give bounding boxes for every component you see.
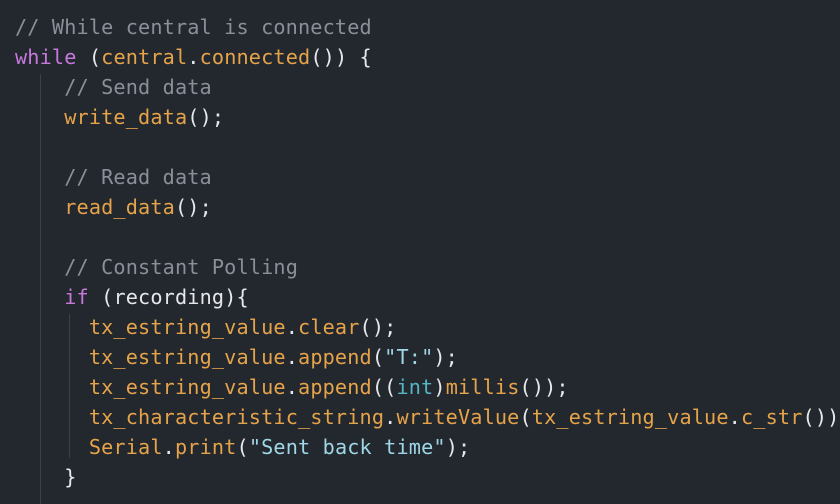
code-token-ident: tx_estring_value — [88, 375, 286, 399]
code-line[interactable]: // Constant Polling — [15, 252, 298, 282]
code-token-ident: tx_characteristic_string — [88, 405, 385, 429]
code-token-func: connected — [199, 45, 311, 69]
code-token-punct — [15, 285, 64, 309]
code-token-func: write_data — [64, 105, 188, 129]
code-token-punct — [15, 105, 64, 129]
code-token-punct: ()); — [519, 375, 569, 399]
code-token-func: clear — [298, 315, 360, 339]
code-token-punct — [15, 75, 64, 99]
code-token-punct: ( — [236, 435, 249, 459]
code-token-punct: ()); — [802, 405, 840, 429]
code-token-punct: } — [64, 465, 77, 489]
code-token-comment: // Constant Polling — [64, 255, 298, 279]
code-token-ident: central — [101, 45, 188, 69]
code-editor[interactable]: // While central is connected while (cent… — [0, 0, 840, 504]
code-token-punct — [15, 435, 89, 459]
code-token-punct: ){ — [224, 285, 249, 309]
code-token-punct: ( — [519, 405, 532, 429]
code-token-func: c_str — [740, 405, 803, 429]
code-token-func: millis — [445, 375, 520, 399]
code-token-punct: . — [384, 405, 397, 429]
code-line[interactable]: while (central.connected()) { — [15, 42, 372, 72]
code-line[interactable]: tx_estring_value.append((int)millis()); — [15, 372, 569, 402]
code-line[interactable]: // While central is connected — [15, 12, 372, 42]
code-token-punct: (); — [187, 105, 225, 129]
code-token-punct — [15, 345, 89, 369]
code-token-punct: ()) { — [310, 45, 372, 69]
code-token-punct: . — [728, 405, 741, 429]
code-line[interactable]: read_data(); — [15, 192, 212, 222]
code-token-func: writeValue — [396, 405, 520, 429]
code-token-func: append — [298, 345, 372, 369]
code-token-punct: ); — [433, 345, 458, 369]
code-token-punct: ) — [433, 375, 446, 399]
code-line[interactable]: if (recording){ — [15, 282, 249, 312]
code-token-punct — [15, 255, 64, 279]
code-token-type: int — [396, 375, 434, 399]
code-token-punct: . — [285, 375, 299, 399]
code-token-punct: ( — [371, 345, 385, 369]
code-token-punct: recording — [113, 285, 225, 309]
code-token-func: print — [174, 435, 237, 459]
code-token-punct: . — [187, 45, 200, 69]
code-token-punct — [15, 375, 89, 399]
code-token-ident: tx_estring_value — [88, 345, 286, 369]
code-token-string: "Sent back time" — [248, 435, 446, 459]
code-line[interactable]: Serial.print("Sent back time"); — [15, 432, 470, 462]
code-token-func: read_data — [64, 195, 175, 219]
code-token-func: append — [298, 375, 372, 399]
code-line[interactable]: // Read data — [15, 162, 212, 192]
code-line[interactable]: // Send data — [15, 72, 212, 102]
code-token-punct: . — [162, 435, 175, 459]
code-token-keyword: while — [15, 45, 77, 69]
code-line[interactable]: } — [15, 462, 77, 492]
code-line[interactable]: write_data(); — [15, 102, 224, 132]
code-token-keyword: if — [64, 285, 89, 309]
code-token-punct: ); — [445, 435, 471, 459]
code-token-punct — [15, 195, 64, 219]
code-token-comment: // Send data — [64, 75, 212, 99]
code-line[interactable]: tx_estring_value.append("T:"); — [15, 342, 458, 372]
code-token-punct: . — [285, 315, 299, 339]
code-token-punct — [15, 405, 89, 429]
code-token-ident: tx_estring_value — [88, 315, 286, 339]
code-token-punct: (( — [371, 375, 397, 399]
code-token-punct — [15, 465, 64, 489]
code-token-punct: . — [285, 345, 299, 369]
code-line[interactable]: tx_characteristic_string.writeValue(tx_e… — [15, 402, 840, 432]
code-token-punct: (); — [174, 195, 212, 219]
code-line[interactable]: tx_estring_value.clear(); — [15, 312, 396, 342]
code-token-punct: (); — [359, 315, 397, 339]
code-token-ident: tx_estring_value — [531, 405, 729, 429]
code-token-punct — [15, 165, 64, 189]
code-token-punct: ( — [76, 45, 102, 69]
code-token-punct: ( — [88, 285, 114, 309]
code-token-comment: // While central is connected — [15, 15, 372, 39]
code-token-ident: Serial — [88, 435, 163, 459]
code-token-punct — [15, 315, 89, 339]
code-token-comment: // Read data — [64, 165, 212, 189]
code-token-string: "T:" — [384, 345, 434, 369]
